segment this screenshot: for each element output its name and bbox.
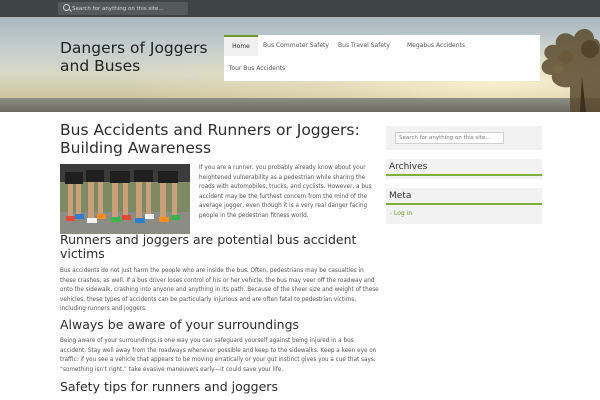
- meta-divider: [386, 203, 542, 205]
- section-body-potential-victims: Bus accidents do not just harm the peopl…: [60, 268, 379, 313]
- meta-link-log-in[interactable]: › Log in: [390, 210, 412, 217]
- runners-photo: [60, 164, 190, 234]
- nav-item-bus-travel-safety[interactable]: Bus Travel Safety: [336, 35, 392, 56]
- runners-legs-image: [60, 164, 190, 234]
- nav-item-tour-bus-accidents[interactable]: Tour Bus Accidents: [224, 58, 290, 79]
- meta-widget: Meta › Log in: [386, 188, 542, 224]
- search-icon: [63, 4, 70, 11]
- chevron-right-icon: ›: [390, 211, 392, 217]
- section-heading-surroundings: Always be aware of your surroundings: [60, 317, 300, 332]
- sidebar-search-widget: [386, 126, 542, 150]
- nav-item-megabus-accidents[interactable]: Megabus Accidents: [400, 35, 472, 56]
- article-intro: If you are a runner, you probably alread…: [199, 165, 372, 219]
- archives-widget: Archives: [386, 159, 542, 179]
- top-search-input[interactable]: [72, 2, 186, 15]
- main-navigation: Home Bus Commuter Safety Bus Travel Safe…: [224, 35, 540, 81]
- section-heading-potential-victims: Runners and joggers are potential bus ac…: [60, 232, 357, 261]
- nav-item-home[interactable]: Home: [224, 35, 258, 56]
- nav-item-bus-commuter-safety[interactable]: Bus Commuter Safety: [260, 35, 332, 56]
- sidebar-search-input[interactable]: [395, 132, 504, 144]
- top-search-box[interactable]: [58, 2, 188, 15]
- section-body-surroundings: Being aware of your surroundings is one …: [60, 338, 377, 373]
- archives-title: Archives: [389, 162, 428, 172]
- top-bar: [0, 0, 600, 17]
- meta-title: Meta: [389, 191, 412, 201]
- archives-divider: [386, 174, 542, 176]
- section-heading-safety-tips: Safety tips for runners and joggers: [60, 379, 278, 394]
- meta-link-label[interactable]: Log in: [394, 210, 412, 217]
- article-title: Bus Accidents and Runners or Joggers: Bu…: [60, 121, 360, 157]
- site-title[interactable]: Dangers of Joggers and Buses: [60, 39, 210, 75]
